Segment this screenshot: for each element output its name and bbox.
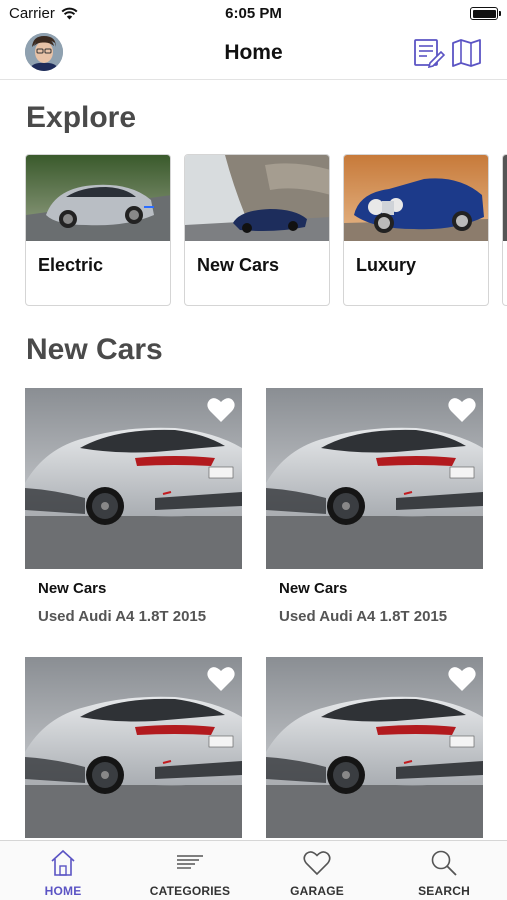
notes-icon[interactable] [412, 38, 446, 68]
car-photo [25, 388, 242, 569]
clock: 6:05 PM [225, 5, 282, 22]
tab-bar: HOME CATEGORIES GARAGE SEARCH [0, 840, 507, 900]
explore-card-luxury[interactable]: Luxury [343, 154, 489, 306]
new-cars-section-title: New Cars [26, 333, 163, 366]
tab-garage[interactable]: GARAGE [254, 841, 380, 900]
tab-label: GARAGE [290, 884, 344, 898]
map-icon[interactable] [450, 38, 484, 68]
list-icon [177, 855, 203, 869]
tab-categories[interactable]: CATEGORIES [127, 841, 253, 900]
tab-search[interactable]: SEARCH [381, 841, 507, 900]
favorite-heart-icon[interactable] [206, 396, 236, 424]
car-photo [266, 388, 483, 569]
car-card-title: New Cars [279, 580, 348, 597]
explore-card-label: Luxury [356, 255, 417, 275]
explore-card-label: Electric [38, 255, 104, 275]
luxury-car-image [344, 155, 488, 241]
explore-card-new-cars[interactable]: New Cars [184, 154, 330, 306]
tab-label: SEARCH [418, 884, 470, 898]
heart-icon [303, 851, 331, 876]
tab-home[interactable]: HOME [0, 841, 126, 900]
car-card-subtitle: Used Audi A4 1.8T 2015 [38, 608, 207, 625]
search-icon [431, 850, 457, 876]
status-bar: Carrier 6:05 PM [0, 0, 507, 28]
favorite-heart-icon[interactable] [447, 396, 477, 424]
electric-car-image [26, 155, 170, 241]
explore-card-partial[interactable] [502, 154, 507, 306]
explore-card-image [503, 155, 507, 241]
explore-card-label: New Cars [197, 255, 280, 275]
battery-icon [470, 7, 501, 20]
favorite-heart-icon[interactable] [447, 665, 477, 693]
nav-bar: Home [0, 28, 507, 80]
car-card[interactable] [25, 657, 242, 838]
new-cars-image [185, 155, 329, 241]
explore-section-title: Explore [26, 101, 137, 134]
car-card[interactable] [266, 657, 483, 838]
car-card-title: New Cars [38, 580, 107, 597]
car-card[interactable]: New Cars Used Audi A4 1.8T 2015 [25, 388, 242, 625]
car-card-subtitle: Used Audi A4 1.8T 2015 [279, 608, 448, 625]
explore-card-electric[interactable]: Electric [25, 154, 171, 306]
tab-label: CATEGORIES [149, 884, 231, 898]
home-icon [51, 849, 75, 876]
explore-carousel[interactable]: Electric New Cars Luxury [25, 154, 507, 306]
tab-label: HOME [44, 884, 82, 898]
car-photo [266, 657, 483, 838]
favorite-heart-icon[interactable] [206, 665, 236, 693]
car-photo [25, 657, 242, 838]
car-card[interactable]: New Cars Used Audi A4 1.8T 2015 [266, 388, 483, 625]
